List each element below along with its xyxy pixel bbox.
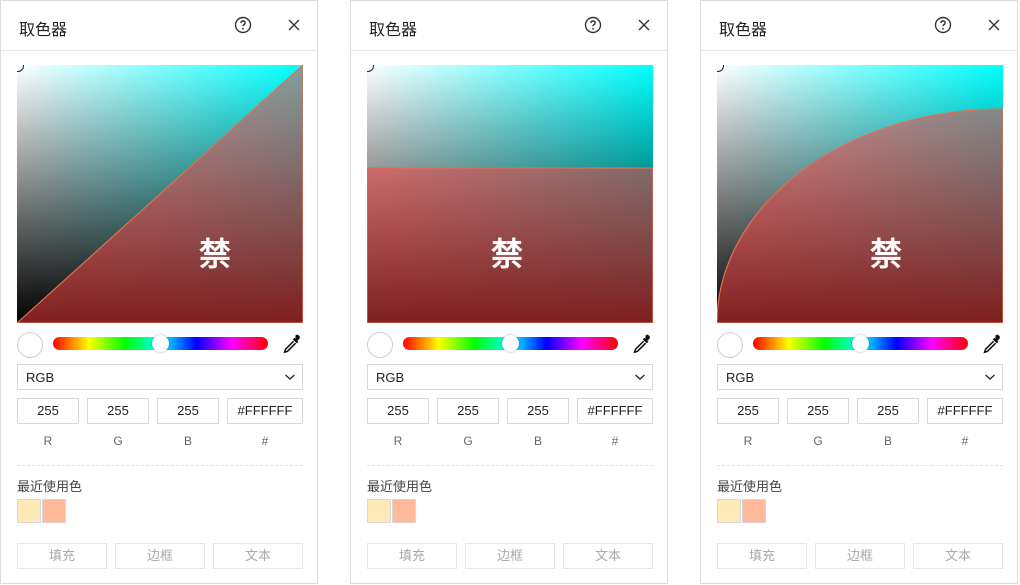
fill-button[interactable]: 填充: [367, 543, 457, 569]
g-input[interactable]: 255: [787, 398, 849, 424]
recent-color-swatch[interactable]: [367, 499, 391, 523]
r-label: R: [743, 434, 753, 448]
saturation-value-area[interactable]: 禁: [17, 65, 303, 323]
color-picker-panel-2: 取色器 禁 RGB 255 255 255 #FFFFFF R G B # 最近…: [350, 0, 668, 584]
recent-color-swatch[interactable]: [392, 499, 416, 523]
border-button[interactable]: 边框: [465, 543, 555, 569]
color-picker-panel-3: 取色器 禁 RGB 255 255 255 #FFFFFF R G B # 最近…: [700, 0, 1018, 584]
r-label: R: [43, 434, 53, 448]
forbidden-label: 禁: [870, 235, 903, 273]
forbidden-label: 禁: [199, 235, 232, 273]
text-button[interactable]: 文本: [213, 543, 303, 569]
close-icon[interactable]: [987, 18, 1001, 32]
hue-slider[interactable]: [403, 335, 618, 352]
sv-gradient: [717, 65, 1003, 323]
saturation-value-area[interactable]: 禁: [367, 65, 653, 323]
hue-thumb[interactable]: [502, 335, 519, 352]
g-label: G: [113, 434, 123, 448]
b-label: B: [883, 434, 892, 448]
chevron-down-icon: [285, 374, 295, 381]
hex-input[interactable]: #FFFFFF: [227, 398, 303, 424]
color-picker-panel-1: 取色器 禁 RGB 255 255 255 #FFFFFF R G B # 最近…: [0, 0, 318, 584]
hue-thumb[interactable]: [852, 335, 869, 352]
help-icon[interactable]: [234, 16, 252, 34]
hex-label: #: [961, 434, 969, 448]
current-color-swatch: [17, 332, 43, 358]
r-input[interactable]: 255: [367, 398, 429, 424]
color-mode-value: RGB: [726, 370, 755, 385]
color-mode-select[interactable]: RGB: [717, 364, 1003, 390]
color-mode-select[interactable]: RGB: [367, 364, 653, 390]
panel-header: 取色器: [351, 1, 667, 51]
b-input[interactable]: 255: [507, 398, 569, 424]
border-button[interactable]: 边框: [815, 543, 905, 569]
current-color-swatch: [717, 332, 743, 358]
hex-label: #: [261, 434, 269, 448]
b-input[interactable]: 255: [157, 398, 219, 424]
close-icon[interactable]: [287, 18, 301, 32]
eyedropper-icon[interactable]: [281, 333, 303, 355]
fill-button[interactable]: 填充: [717, 543, 807, 569]
hex-input[interactable]: #FFFFFF: [927, 398, 1003, 424]
hex-input[interactable]: #FFFFFF: [577, 398, 653, 424]
recent-color-swatch[interactable]: [17, 499, 41, 523]
g-input[interactable]: 255: [87, 398, 149, 424]
panel-title: 取色器: [719, 22, 768, 39]
border-button[interactable]: 边框: [115, 543, 205, 569]
recent-color-swatch[interactable]: [717, 499, 741, 523]
color-mode-value: RGB: [26, 370, 55, 385]
chevron-down-icon: [985, 374, 995, 381]
saturation-value-area[interactable]: 禁: [717, 65, 1003, 323]
color-mode-select[interactable]: RGB: [17, 364, 303, 390]
divider: [367, 465, 653, 466]
divider: [17, 465, 303, 466]
panel-header: 取色器: [701, 1, 1017, 51]
hex-label: #: [611, 434, 619, 448]
r-label: R: [393, 434, 403, 448]
panel-header: 取色器: [1, 1, 317, 51]
text-button[interactable]: 文本: [563, 543, 653, 569]
recent-colors-label: 最近使用色: [17, 479, 83, 494]
recent-colors-label: 最近使用色: [367, 479, 433, 494]
recent-color-swatch[interactable]: [42, 499, 66, 523]
sv-gradient: [17, 65, 303, 323]
fill-button[interactable]: 填充: [17, 543, 107, 569]
hue-slider[interactable]: [753, 335, 968, 352]
chevron-down-icon: [635, 374, 645, 381]
divider: [717, 465, 1003, 466]
b-label: B: [533, 434, 542, 448]
forbidden-label: 禁: [491, 235, 524, 273]
b-input[interactable]: 255: [857, 398, 919, 424]
eyedropper-icon[interactable]: [631, 333, 653, 355]
r-input[interactable]: 255: [17, 398, 79, 424]
close-icon[interactable]: [637, 18, 651, 32]
color-mode-value: RGB: [376, 370, 405, 385]
g-label: G: [463, 434, 473, 448]
current-color-swatch: [367, 332, 393, 358]
text-button[interactable]: 文本: [913, 543, 1003, 569]
panel-title: 取色器: [19, 22, 68, 39]
r-input[interactable]: 255: [717, 398, 779, 424]
recent-color-swatch[interactable]: [742, 499, 766, 523]
recent-colors-label: 最近使用色: [717, 479, 783, 494]
sv-gradient: [367, 65, 653, 323]
hue-thumb[interactable]: [152, 335, 169, 352]
g-label: G: [813, 434, 823, 448]
help-icon[interactable]: [584, 16, 602, 34]
panel-title: 取色器: [369, 22, 418, 39]
hue-slider[interactable]: [53, 335, 268, 352]
help-icon[interactable]: [934, 16, 952, 34]
b-label: B: [183, 434, 192, 448]
eyedropper-icon[interactable]: [981, 333, 1003, 355]
g-input[interactable]: 255: [437, 398, 499, 424]
